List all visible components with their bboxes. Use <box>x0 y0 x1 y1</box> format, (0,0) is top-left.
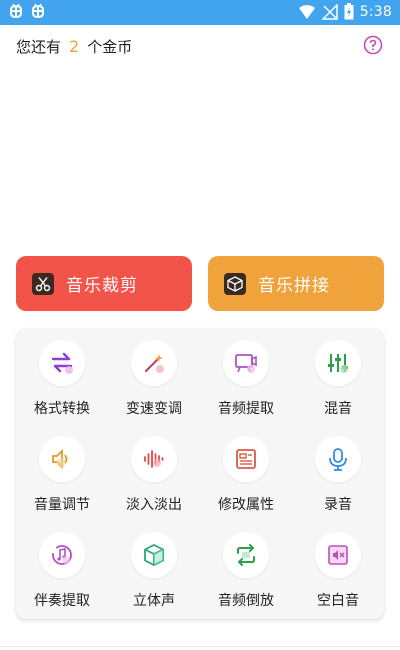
bug-notification-icon <box>10 3 22 19</box>
tool-label: 修改属性 <box>218 497 274 513</box>
coins-prefix: 您还有 <box>16 38 62 56</box>
tool-label: 变速变调 <box>126 401 182 417</box>
volume-icon <box>39 436 85 482</box>
status-time: 5:38 <box>359 3 392 20</box>
microphone-icon <box>315 436 361 482</box>
coins-count: 2 <box>69 37 80 56</box>
magic-wand-icon <box>131 340 177 386</box>
tool-label: 淡入淡出 <box>126 497 182 513</box>
repeat-icon <box>223 532 269 578</box>
bug-notification-icon <box>32 3 44 19</box>
music-join-button[interactable]: 音乐拼接 <box>208 256 384 311</box>
coins-balance: 您还有 2 个金币 <box>16 36 132 57</box>
scissors-icon <box>32 272 54 295</box>
tool-stereo[interactable]: 立体声 <box>108 524 200 620</box>
tool-audio-reverse[interactable]: 音频倒放 <box>200 524 292 620</box>
help-icon[interactable] <box>363 35 383 55</box>
no-signal-icon <box>321 3 338 20</box>
cube-icon <box>131 532 177 578</box>
edit-file-icon <box>223 436 269 482</box>
projector-icon <box>223 340 269 386</box>
tool-label: 音频提取 <box>218 401 274 417</box>
waveform-icon <box>131 436 177 482</box>
tool-label: 空白音 <box>317 593 359 609</box>
tool-accompaniment-extract[interactable]: 伴奏提取 <box>16 524 108 620</box>
status-bar: 5:38 <box>0 0 400 25</box>
mute-file-icon <box>315 532 361 578</box>
tool-blank-audio[interactable]: 空白音 <box>292 524 384 620</box>
tool-label: 混音 <box>324 401 352 417</box>
wifi-icon <box>298 4 315 19</box>
bottom-divider <box>0 646 400 647</box>
tool-record[interactable]: 录音 <box>292 428 384 524</box>
music-join-label: 音乐拼接 <box>258 276 330 296</box>
tool-label: 音频倒放 <box>218 593 274 609</box>
music-cut-button[interactable]: 音乐裁剪 <box>16 256 192 311</box>
tool-edit-properties[interactable]: 修改属性 <box>200 428 292 524</box>
music-cut-label: 音乐裁剪 <box>66 276 138 296</box>
tool-label: 音量调节 <box>34 497 90 513</box>
swap-arrows-icon <box>39 340 85 386</box>
box-icon <box>224 272 246 295</box>
battery-charging-icon <box>344 3 354 20</box>
tool-label: 录音 <box>324 497 352 513</box>
system-icons: 5:38 <box>298 3 392 20</box>
tool-fade-in-out[interactable]: 淡入淡出 <box>108 428 200 524</box>
notification-icons <box>8 3 46 20</box>
tool-speed-pitch[interactable]: 变速变调 <box>108 332 200 428</box>
tools-panel: 格式转换 变速变调 音频提取 混音 音量调节 淡入淡出 修改属性 录音 伴奏提取… <box>16 328 384 619</box>
tool-volume-adjust[interactable]: 音量调节 <box>16 428 108 524</box>
tool-label: 格式转换 <box>34 401 90 417</box>
tool-label: 立体声 <box>133 593 175 609</box>
tool-label: 伴奏提取 <box>34 593 90 609</box>
coins-suffix: 个金币 <box>87 38 133 56</box>
tool-mix[interactable]: 混音 <box>292 332 384 428</box>
tools-grid: 格式转换 变速变调 音频提取 混音 音量调节 淡入淡出 修改属性 录音 伴奏提取… <box>16 328 384 619</box>
tool-format-convert[interactable]: 格式转换 <box>16 332 108 428</box>
tool-audio-extract[interactable]: 音频提取 <box>200 332 292 428</box>
equalizer-icon <box>315 340 361 386</box>
music-disc-icon <box>39 532 85 578</box>
